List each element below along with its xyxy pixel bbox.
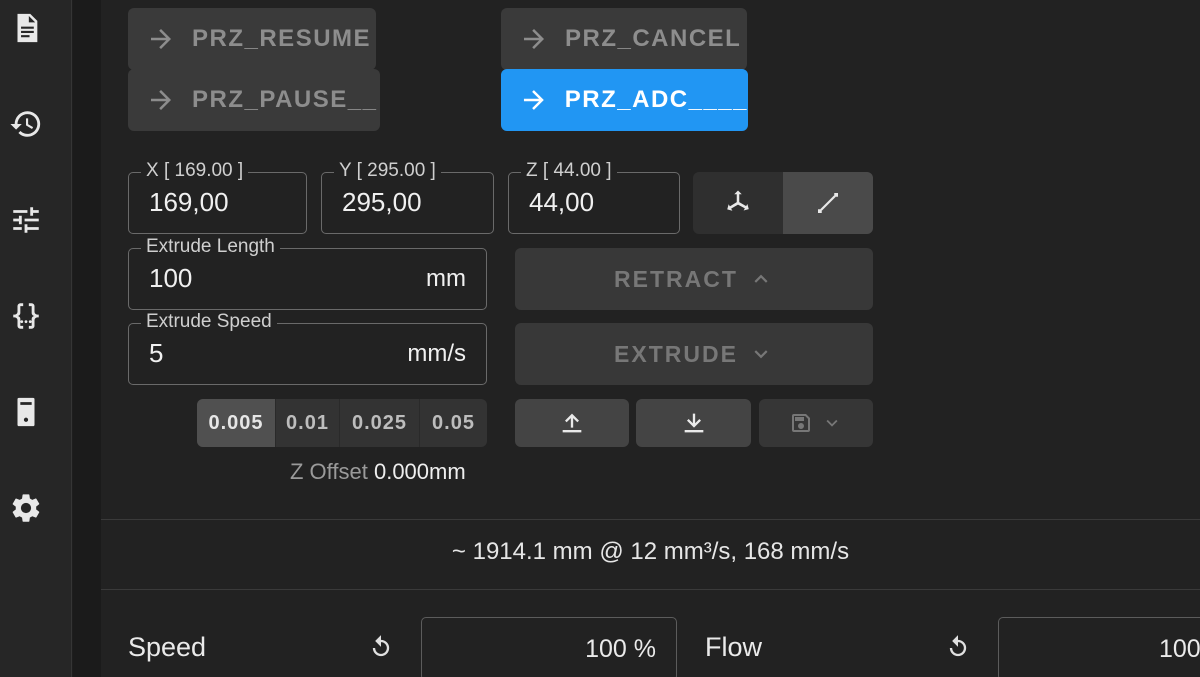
- z-offset-down-button[interactable]: [636, 399, 751, 447]
- z-offset-up-button[interactable]: [515, 399, 629, 447]
- arrow-right-icon: [524, 29, 544, 49]
- macro-adc-label: PRZ_ADC____: [564, 86, 748, 113]
- divider: [101, 589, 1200, 590]
- z-position-value[interactable]: 44,00: [529, 187, 594, 218]
- sidebar-gutter: [73, 0, 101, 677]
- extrude-speed-unit: mm/s: [407, 340, 466, 367]
- macro-adc-button[interactable]: PRZ_ADC____: [501, 69, 748, 131]
- arrow-right-icon: [523, 90, 544, 110]
- z-step-option[interactable]: 0.05: [420, 399, 487, 447]
- absolute-mode-button[interactable]: [693, 172, 783, 234]
- x-position-field[interactable]: X [ 169.00 ] 169,00: [128, 160, 307, 234]
- printer-icon[interactable]: [6, 392, 46, 432]
- chevron-up-icon: [754, 274, 768, 283]
- divider: [101, 519, 1200, 520]
- arrow-collapse-up-icon: [562, 413, 582, 433]
- macro-pause-button[interactable]: PRZ_PAUSE__: [128, 69, 380, 131]
- history-icon[interactable]: [6, 104, 46, 144]
- extrude-length-unit: mm: [426, 265, 466, 292]
- extrusion-estimate: ~ 1914.1 mm @ 12 mm³/s, 168 mm/s: [451, 538, 850, 565]
- z-offset-label: Z Offset: [290, 459, 368, 484]
- arrow-right-icon: [151, 90, 171, 110]
- arrow-collapse-down-icon: [684, 413, 703, 433]
- extrude-speed-value[interactable]: 5: [149, 338, 163, 369]
- speed-label: Speed: [128, 632, 207, 662]
- file-document-icon[interactable]: [6, 8, 46, 48]
- macro-resume-label: PRZ_RESUME: [192, 25, 372, 52]
- speed-factor-input[interactable]: 100 %: [421, 617, 677, 677]
- chevron-down-icon: [754, 350, 768, 359]
- axis-arrow-icon: [727, 190, 749, 211]
- macro-cancel-label: PRZ_CANCEL: [565, 25, 742, 52]
- extrude-length-value[interactable]: 100: [149, 263, 192, 294]
- speed-reset-icon[interactable]: [367, 634, 397, 664]
- code-braces-icon[interactable]: [6, 296, 46, 336]
- chevron-down-icon: [826, 419, 838, 427]
- macro-resume-button[interactable]: PRZ_RESUME: [128, 8, 376, 70]
- sidebar: [0, 0, 72, 677]
- content-save-icon: [792, 414, 810, 432]
- extrude-length-label: Extrude Length: [141, 236, 280, 258]
- z-step-option[interactable]: 0.005: [197, 399, 276, 447]
- tune-icon[interactable]: [6, 200, 46, 240]
- z-position-label: Z [ 44.00 ]: [521, 160, 617, 182]
- z-position-field[interactable]: Z [ 44.00 ] 44,00: [508, 160, 680, 234]
- flow-reset-icon[interactable]: [944, 634, 974, 664]
- retract-label: RETRACT: [614, 265, 738, 292]
- settings-gear-icon[interactable]: [6, 488, 46, 528]
- x-position-label: X [ 169.00 ]: [141, 160, 249, 182]
- extrude-speed-field[interactable]: Extrude Speed 5 mm/s: [128, 311, 487, 385]
- flow-label: Flow: [705, 632, 763, 662]
- macro-cancel-button[interactable]: PRZ_CANCEL: [501, 8, 747, 70]
- x-position-value[interactable]: 169,00: [149, 187, 229, 218]
- vector-line-icon: [818, 193, 838, 213]
- extrude-speed-label: Extrude Speed: [141, 311, 277, 333]
- save-z-offset-button[interactable]: [759, 399, 873, 447]
- extrude-label: EXTRUDE: [614, 340, 738, 367]
- extrude-button[interactable]: EXTRUDE: [515, 323, 873, 385]
- z-step-option[interactable]: 0.01: [276, 399, 340, 447]
- flow-factor-input[interactable]: 100: [998, 617, 1200, 677]
- y-position-label: Y [ 295.00 ]: [334, 160, 441, 182]
- y-position-value[interactable]: 295,00: [342, 187, 422, 218]
- z-offset-value: 0.000mm: [373, 459, 466, 484]
- z-offset-readout: Z Offset 0.000mm: [290, 459, 466, 485]
- arrow-right-icon: [151, 29, 171, 49]
- extrude-length-field[interactable]: Extrude Length 100 mm: [128, 236, 487, 310]
- retract-button[interactable]: RETRACT: [515, 248, 873, 310]
- macro-pause-label: PRZ_PAUSE__: [192, 86, 378, 113]
- relative-mode-button[interactable]: [783, 172, 873, 234]
- z-step-option[interactable]: 0.025: [340, 399, 420, 447]
- y-position-field[interactable]: Y [ 295.00 ] 295,00: [321, 160, 494, 234]
- move-mode-toggle[interactable]: [693, 172, 873, 234]
- z-step-selector[interactable]: 0.005 0.01 0.025 0.05: [197, 399, 487, 447]
